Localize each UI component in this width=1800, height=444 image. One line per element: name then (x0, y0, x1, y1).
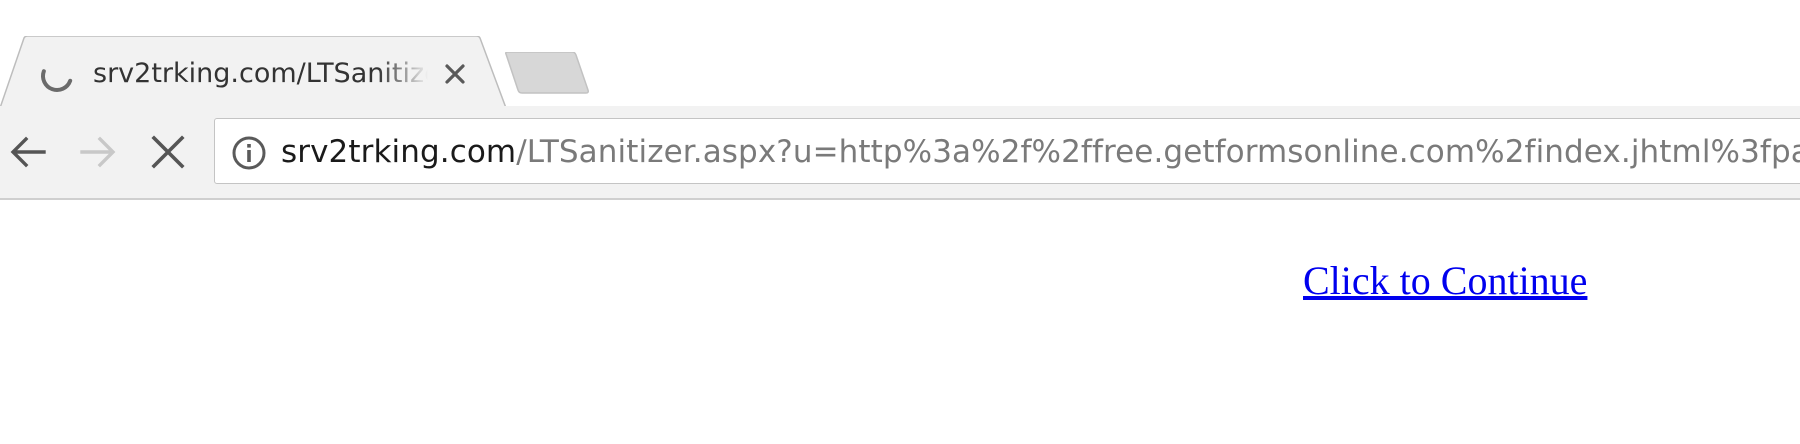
tab-title: srv2trking.com/LTSanitizer.aspx (93, 58, 428, 89)
arrow-right-icon (80, 136, 116, 168)
forward-button[interactable] (72, 126, 124, 178)
new-tab-button[interactable] (502, 51, 590, 94)
continue-link[interactable]: Click to Continue (1303, 257, 1587, 305)
info-circle-icon[interactable] (231, 135, 267, 171)
active-tab[interactable]: srv2trking.com/LTSanitizer.aspx (0, 36, 516, 108)
back-button[interactable] (2, 126, 54, 178)
browser-window: srv2trking.com/LTSanitizer.aspx (0, 0, 1800, 444)
stop-button[interactable] (142, 126, 194, 178)
tab-strip: srv2trking.com/LTSanitizer.aspx (0, 0, 1800, 108)
close-icon[interactable] (440, 59, 470, 89)
page-content: Click to Continue (0, 200, 1800, 444)
arrow-left-icon (10, 136, 46, 168)
address-bar[interactable]: srv2trking.com/LTSanitizer.aspx?u=http%3… (214, 118, 1800, 184)
stop-x-icon (151, 135, 185, 169)
loading-spinner-icon (38, 57, 76, 95)
url-text[interactable]: srv2trking.com/LTSanitizer.aspx?u=http%3… (281, 119, 1800, 185)
url-host: srv2trking.com (281, 134, 517, 170)
new-tab-icon (505, 51, 589, 94)
url-path: /LTSanitizer.aspx?u=http%3a%2f%2ffree.ge… (516, 134, 1800, 170)
browser-toolbar: srv2trking.com/LTSanitizer.aspx?u=http%3… (0, 106, 1800, 200)
